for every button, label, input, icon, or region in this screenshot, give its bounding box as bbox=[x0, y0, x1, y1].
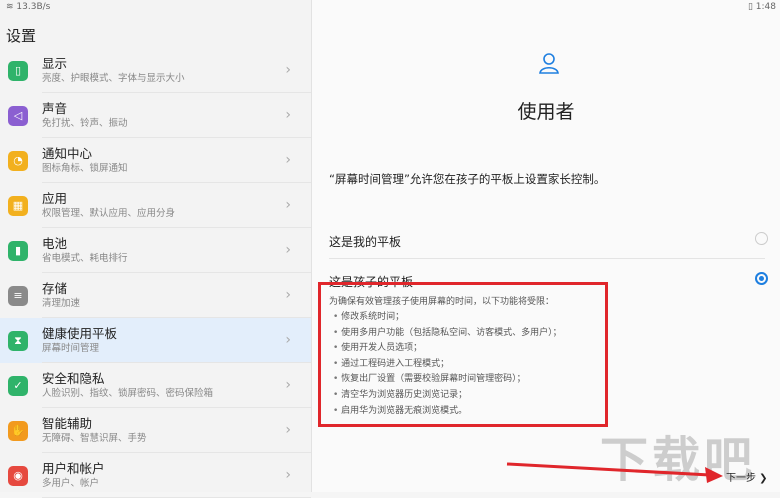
menu-item-subtitle: 省电模式、耗电排行 bbox=[42, 252, 128, 264]
pointer-arrow-icon bbox=[506, 462, 723, 483]
clock: 1:48 bbox=[755, 2, 776, 12]
menu-item-label: 用户和帐户 bbox=[42, 460, 105, 476]
chevron-right-icon: › bbox=[285, 467, 291, 483]
menu-item[interactable]: ✓ 安全和隐私 人脸识别、指纹、锁屏密码、密码保险箱 › bbox=[0, 363, 311, 408]
option-my-tablet-label: 这是我的平板 bbox=[329, 235, 402, 249]
restriction-item: 使用开发人员选项； bbox=[333, 341, 562, 357]
settings-menu: ▯ 显示 亮度、护眼模式、字体与显示大小 › ◁ 声音 免打扰、铃声、振动 › ◔ 通知中心 图标角… bbox=[0, 48, 311, 498]
menu-item[interactable]: ◁ 声音 免打扰、铃声、振动 › bbox=[0, 93, 311, 138]
restriction-item: 使用多用户功能（包括隐私空间、访客模式、多用户）； bbox=[333, 326, 562, 342]
settings-title: 设置 bbox=[6, 27, 37, 45]
menu-item[interactable]: ⧗ 健康使用平板 屏幕时间管理 › bbox=[0, 318, 311, 363]
menu-item-texts: 存储 清理加速 bbox=[42, 281, 311, 311]
menu-item-subtitle: 图标角标、锁屏通知 bbox=[42, 162, 128, 174]
menu-item-texts: 用户和帐户 多用户、帐户 bbox=[42, 461, 311, 491]
menu-item[interactable]: ◔ 通知中心 图标角标、锁屏通知 › bbox=[0, 138, 311, 183]
menu-item-subtitle: 屏幕时间管理 bbox=[42, 342, 100, 354]
battery-icon: ▮ bbox=[8, 240, 28, 261]
menu-item-subtitle: 亮度、护眼模式、字体与显示大小 bbox=[42, 72, 185, 84]
status-bar-right: ▯ 1:48 bbox=[748, 0, 776, 14]
restriction-intro: 为确保有效管理孩子使用屏幕的时间，以下功能将受限： bbox=[329, 297, 555, 307]
menu-item-texts: 健康使用平板 屏幕时间管理 bbox=[42, 326, 311, 356]
menu-item-subtitle: 多用户、帐户 bbox=[42, 477, 100, 489]
menu-item-label: 声音 bbox=[42, 100, 68, 116]
status-bar-left: ≋ 13.3B/s bbox=[0, 0, 311, 14]
restriction-item: 清空华为浏览器历史浏览记录； bbox=[333, 388, 562, 404]
hand-icon: ✋ bbox=[8, 420, 28, 441]
panel-description: “屏幕时间管理”允许您在孩子的平板上设置家长控制。 bbox=[329, 172, 606, 186]
menu-item-subtitle: 免打扰、铃声、振动 bbox=[42, 117, 128, 129]
menu-item-label: 安全和隐私 bbox=[42, 370, 105, 386]
apps-grid-icon: ▦ bbox=[8, 195, 28, 216]
chevron-right-icon: › bbox=[285, 287, 291, 303]
restriction-item: 通过工程码进入工程模式； bbox=[333, 357, 562, 373]
menu-item-label: 智能辅助 bbox=[42, 415, 93, 431]
menu-item-subtitle: 权限管理、默认应用、应用分身 bbox=[42, 207, 176, 219]
menu-item-label: 存储 bbox=[42, 280, 68, 296]
storage-icon: ≡ bbox=[8, 285, 28, 306]
menu-item-label: 健康使用平板 bbox=[42, 325, 118, 341]
chevron-right-icon: › bbox=[285, 62, 291, 78]
chevron-right-icon: › bbox=[285, 332, 291, 348]
menu-item[interactable]: ✋ 智能辅助 无障碍、智慧识屏、手势 › bbox=[0, 408, 311, 453]
menu-item-subtitle: 人脸识别、指纹、锁屏密码、密码保险箱 bbox=[42, 387, 214, 399]
display-icon: ▯ bbox=[8, 60, 28, 81]
wifi-icon: ≋ bbox=[6, 2, 14, 12]
menu-item[interactable]: ▯ 显示 亮度、护眼模式、字体与显示大小 › bbox=[0, 48, 311, 93]
panel-heading: 使用者 bbox=[517, 101, 575, 123]
bell-icon: ◔ bbox=[8, 150, 28, 171]
menu-item-label: 应用 bbox=[42, 190, 68, 206]
chevron-right-icon: › bbox=[285, 422, 291, 438]
user-account-icon: ◉ bbox=[8, 465, 28, 486]
menu-item-texts: 电池 省电模式、耗电排行 bbox=[42, 236, 311, 266]
chevron-right-icon: › bbox=[285, 242, 291, 258]
menu-item-texts: 声音 免打扰、铃声、振动 bbox=[42, 101, 311, 131]
menu-item-texts: 安全和隐私 人脸识别、指纹、锁屏密码、密码保险箱 bbox=[42, 371, 311, 401]
option-child-tablet-radio[interactable] bbox=[755, 272, 768, 285]
menu-item-texts: 通知中心 图标角标、锁屏通知 bbox=[42, 146, 311, 176]
restriction-item: 启用华为浏览器无痕浏览模式。 bbox=[333, 404, 562, 420]
menu-item-texts: 显示 亮度、护眼模式、字体与显示大小 bbox=[42, 56, 311, 86]
menu-item[interactable]: ▦ 应用 权限管理、默认应用、应用分身 › bbox=[0, 183, 311, 228]
settings-sidebar: ≋ 13.3B/s 设置 ▯ 显示 亮度、护眼模式、字体与显示大小 › ◁ 声音 免打扰、铃… bbox=[0, 0, 312, 498]
chevron-right-icon: › bbox=[285, 107, 291, 123]
menu-item-subtitle: 清理加速 bbox=[42, 297, 81, 309]
hourglass-icon: ⧗ bbox=[8, 330, 28, 351]
menu-item[interactable]: ◉ 用户和帐户 多用户、帐户 › bbox=[0, 453, 311, 498]
menu-item[interactable]: ≡ 存储 清理加速 › bbox=[0, 273, 311, 318]
speaker-icon: ◁ bbox=[8, 105, 28, 126]
chevron-right-icon: › bbox=[285, 377, 291, 393]
menu-item-label: 电池 bbox=[42, 235, 68, 251]
option-divider bbox=[329, 258, 765, 259]
menu-item-subtitle: 无障碍、智慧识屏、手势 bbox=[42, 432, 147, 444]
chevron-right-icon: › bbox=[285, 152, 291, 168]
menu-item-label: 通知中心 bbox=[42, 145, 93, 161]
menu-item-texts: 应用 权限管理、默认应用、应用分身 bbox=[42, 191, 311, 221]
menu-item[interactable]: ▮ 电池 省电模式、耗电排行 › bbox=[0, 228, 311, 273]
restriction-item: 修改系统时间； bbox=[333, 310, 562, 326]
next-button[interactable]: 下一步 ❯ bbox=[726, 469, 768, 484]
chevron-right-icon: › bbox=[285, 197, 291, 213]
network-speed: 13.3B/s bbox=[16, 2, 51, 12]
battery-status-icon: ▯ bbox=[747, 2, 753, 12]
menu-item-texts: 智能辅助 无障碍、智慧识屏、手势 bbox=[42, 416, 311, 446]
option-my-tablet-radio[interactable] bbox=[755, 232, 768, 245]
menu-item-label: 显示 bbox=[42, 55, 68, 71]
restriction-item: 恢复出厂设置（需要校验屏幕时间管理密码）； bbox=[333, 372, 562, 388]
shield-icon: ✓ bbox=[8, 375, 28, 396]
user-icon bbox=[539, 53, 559, 74]
restriction-list: 修改系统时间；使用多用户功能（包括隐私空间、访客模式、多用户）；使用开发人员选项… bbox=[333, 310, 562, 419]
